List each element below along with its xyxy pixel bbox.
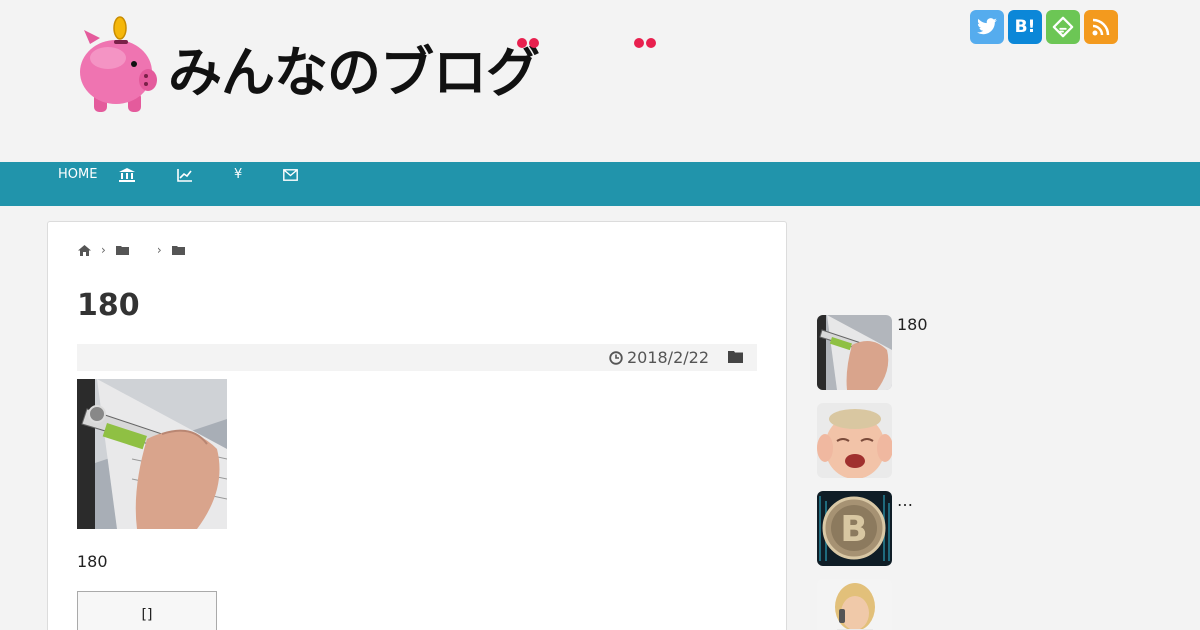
social-links: B! (970, 10, 1118, 44)
nav-home[interactable]: HOME (58, 167, 97, 183)
folder-icon[interactable] (728, 350, 743, 363)
logo-dot (517, 38, 527, 48)
bitcoin-image: B (817, 491, 892, 566)
twitter-icon (977, 18, 997, 35)
logo-dot (529, 38, 539, 48)
site-title: みんなのブログ (168, 40, 540, 104)
svg-text:B: B (840, 509, 867, 550)
sidebar-thumb-4[interactable] (817, 579, 892, 630)
chevron-right-icon: › (101, 243, 106, 257)
logo-dot (646, 38, 656, 48)
envelope-icon[interactable] (283, 169, 298, 186)
page-title: 180 (77, 288, 140, 323)
nav-yen[interactable]: ¥ (234, 167, 242, 183)
folder-icon[interactable] (171, 245, 185, 255)
piggy-bank-icon (80, 16, 157, 112)
site-logo[interactable]: みんなのブログ (76, 14, 656, 118)
hatena-bookmark-button[interactable]: B! (1008, 10, 1042, 44)
sidebar-thumb-1[interactable] (817, 315, 892, 390)
article-thumbnail (77, 379, 227, 529)
feedly-icon (1052, 16, 1074, 38)
sidebar-item-title[interactable]: … (897, 491, 913, 510)
article-caption: 180 (77, 552, 108, 571)
logo-dot (634, 38, 644, 48)
post-date-text: 2018/2/22 (626, 348, 709, 367)
sidebar-item-title[interactable]: 180 (897, 315, 928, 334)
sidebar-thumb-2[interactable] (817, 403, 892, 478)
crying-baby-image (817, 403, 892, 478)
pen-hand-image (77, 379, 227, 529)
read-more-button[interactable]: [] (77, 591, 217, 630)
post-meta: 2018/2/22 (77, 344, 757, 371)
site-header: みんなのブログ B! (0, 0, 1200, 162)
folder-icon[interactable] (115, 245, 129, 255)
sidebar-thumb-3[interactable]: B (817, 491, 892, 566)
bank-icon[interactable] (119, 168, 135, 187)
clock-icon (609, 350, 623, 365)
post-date: 2018/2/22 (609, 348, 709, 367)
chevron-right-icon: › (156, 243, 162, 257)
home-icon[interactable] (78, 244, 91, 256)
article-card: › › 180 2018/2/22 180 [] (47, 221, 787, 630)
global-nav: HOME ¥ (0, 162, 1200, 206)
woman-phone-image (817, 579, 892, 630)
breadcrumb: › › (78, 243, 185, 257)
feedly-button[interactable] (1046, 10, 1080, 44)
pen-hand-image (817, 315, 892, 390)
chart-line-icon[interactable] (177, 168, 193, 187)
rss-icon (1092, 18, 1110, 36)
hatena-bookmark-icon: B! (1014, 17, 1036, 37)
twitter-button[interactable] (970, 10, 1004, 44)
rss-button[interactable] (1084, 10, 1118, 44)
